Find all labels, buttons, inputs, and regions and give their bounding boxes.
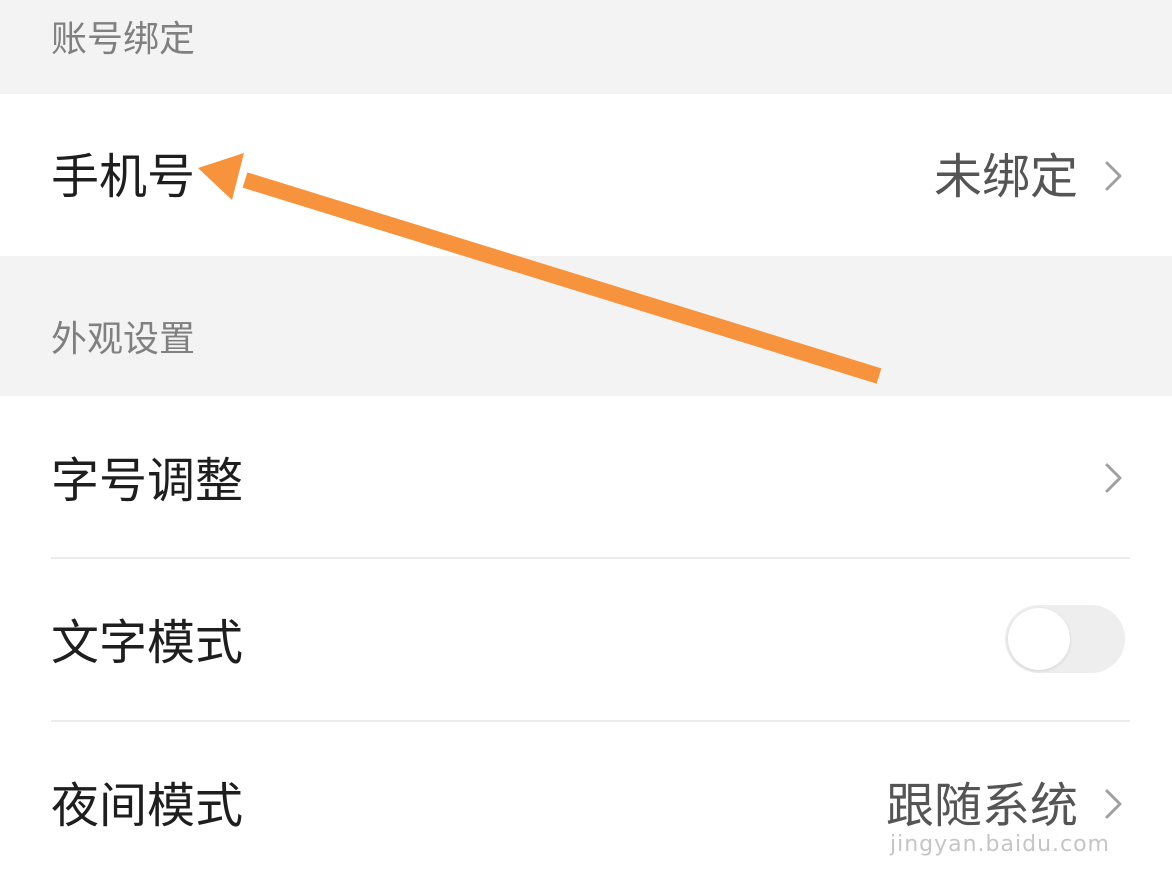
row-label-night-mode: 夜间模式 (51, 778, 244, 834)
row-value-night-mode: 跟随系统 (885, 778, 1078, 834)
chevron-right-icon (1105, 463, 1122, 493)
section-title-account: 账号绑定 (51, 19, 196, 60)
section-header-appearance: 外观设置 (0, 256, 1172, 396)
settings-screen: 账号绑定 手机号 未绑定 外观设置 字号调整 文字模式 夜间模式 跟随系统 ji… (0, 0, 1172, 879)
row-value-phone: 未绑定 (933, 149, 1078, 205)
toggle-knob (1008, 608, 1070, 670)
chevron-right-icon (1105, 789, 1122, 819)
row-font-size[interactable]: 字号调整 (0, 396, 1172, 558)
row-label-phone: 手机号 (51, 149, 196, 205)
text-mode-toggle[interactable] (1005, 605, 1125, 673)
chevron-right-icon (1105, 161, 1122, 191)
row-label-font-size: 字号调整 (51, 453, 244, 509)
section-title-appearance: 外观设置 (51, 319, 196, 360)
watermark: jingyan.baidu.com (889, 832, 1110, 857)
row-text-mode: 文字模式 (0, 559, 1172, 721)
section-header-account: 账号绑定 (0, 0, 1172, 94)
row-phone[interactable]: 手机号 未绑定 (0, 94, 1172, 256)
row-label-text-mode: 文字模式 (51, 615, 244, 671)
